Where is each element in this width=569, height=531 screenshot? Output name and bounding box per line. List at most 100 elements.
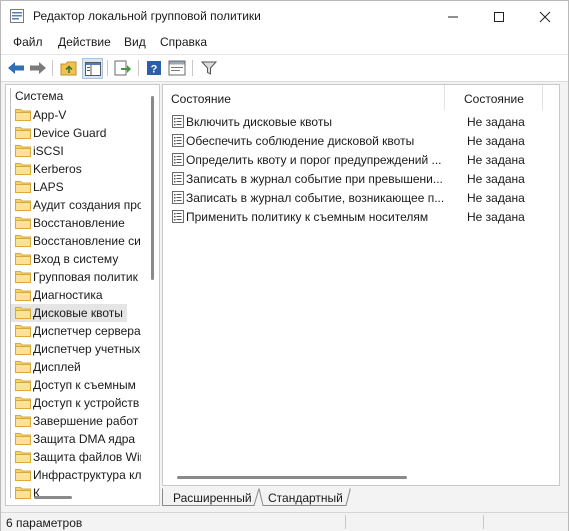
menu-action[interactable]: Действие — [58, 35, 111, 49]
folder-icon — [15, 127, 31, 139]
up-folder-icon — [60, 61, 77, 76]
tree-item-selected[interactable]: Дисковые квоты — [11, 304, 127, 322]
tab-extended[interactable]: Расширенный — [173, 491, 252, 509]
maximize-icon — [494, 11, 504, 22]
tree-item-label: App-V — [33, 108, 67, 122]
tree-vertical-scrollbar[interactable] — [147, 85, 157, 493]
window-title: Редактор локальной групповой политики — [33, 9, 261, 23]
menu-bar: Файл Действие Вид Справка — [1, 32, 568, 54]
tree-item[interactable]: Дисплей — [11, 358, 141, 376]
folder-icon — [15, 235, 31, 247]
tree-item[interactable]: LAPS — [11, 178, 141, 196]
tree-vertical-scroll-thumb[interactable] — [151, 96, 154, 280]
filter-button[interactable] — [199, 58, 219, 78]
export-list-icon — [114, 60, 131, 76]
tree-item[interactable]: Инфраструктура кл — [11, 466, 141, 484]
folder-icon — [15, 343, 31, 355]
tree-item[interactable]: Диспетчер учетных — [11, 340, 141, 358]
tree-item[interactable]: Device Guard — [11, 124, 141, 142]
list-horizontal-scrollbar[interactable] — [163, 471, 559, 483]
tree-item[interactable]: Kerberos — [11, 160, 141, 178]
tree-item[interactable]: Групповая политик — [11, 268, 141, 286]
tree-item[interactable]: Восстановление — [11, 214, 141, 232]
minimize-button[interactable] — [430, 1, 476, 32]
policy-name: Записать в журнал событие при превышени.… — [186, 172, 443, 186]
tree-horizontal-scrollbar[interactable] — [6, 491, 147, 503]
toolbar: ? — [1, 54, 568, 82]
policy-row[interactable]: Обеспечить соблюдение дисковой квоты Не з… — [169, 131, 554, 150]
policy-state: Не задана — [467, 210, 525, 224]
tree-pane: Система App-V Device Guard iSCSI Kerberos LA… — [5, 84, 160, 506]
back-button[interactable] — [6, 58, 26, 78]
title-bar: Редактор локальной групповой политики — [1, 1, 568, 32]
folder-icon — [15, 325, 31, 337]
tree-item[interactable]: Доступ к устройств — [11, 394, 141, 412]
policy-setting-icon — [172, 115, 184, 128]
show-hide-tree-button[interactable] — [82, 58, 103, 79]
toolbar-separator — [192, 60, 193, 76]
policy-setting-icon — [172, 210, 184, 223]
properties-icon — [168, 60, 186, 76]
policy-row[interactable]: Включить дисковые квоты Не задана — [169, 112, 554, 131]
tree-item-label: Дисковые квоты — [33, 306, 123, 320]
tree-item[interactable]: Восстановление си — [11, 232, 141, 250]
policy-row[interactable]: Определить квоту и порог предупреждений … — [169, 150, 554, 169]
policy-state: Не задана — [467, 153, 525, 167]
tree-item[interactable]: Диагностика — [11, 286, 141, 304]
tree-item[interactable]: Завершение работ — [11, 412, 141, 430]
menu-help[interactable]: Справка — [160, 35, 207, 49]
tree-item-label: Доступ к съемным — [33, 378, 136, 392]
tree-item[interactable]: Аудит создания про — [11, 196, 141, 214]
policy-state: Не задана — [467, 134, 525, 148]
policy-name: Включить дисковые квоты — [186, 115, 332, 129]
column-divider[interactable] — [542, 85, 543, 110]
column-header-state[interactable]: Состояние — [445, 85, 542, 110]
tree-item[interactable]: Защита DMA ядра — [11, 430, 141, 448]
status-divider — [345, 515, 346, 529]
forward-button[interactable] — [28, 58, 48, 78]
tree-item[interactable]: iSCSI — [11, 142, 141, 160]
tree-item-label: Групповая политик — [33, 270, 138, 284]
folder-icon — [15, 163, 31, 175]
policy-setting-icon — [172, 134, 184, 147]
policy-state: Не задана — [467, 172, 525, 186]
export-list-button[interactable] — [113, 58, 133, 78]
group-policy-icon — [10, 9, 24, 23]
list-horizontal-scroll-thumb[interactable] — [177, 476, 407, 479]
back-arrow-icon — [8, 62, 24, 74]
up-folder-button[interactable] — [59, 58, 79, 78]
folder-icon — [15, 307, 31, 319]
properties-button[interactable] — [167, 58, 187, 78]
policy-row[interactable]: Записать в журнал событие, возникающее п… — [169, 188, 554, 207]
policy-setting-icon — [172, 172, 184, 185]
policy-row[interactable]: Применить политику к съемным носителям Не… — [169, 207, 554, 226]
column-header-setting[interactable]: Состояние — [163, 85, 444, 110]
status-bar: 6 параметров — [1, 512, 568, 531]
policy-state: Не задана — [467, 115, 525, 129]
tree-item-label: Дисплей — [33, 360, 81, 374]
policy-row[interactable]: Записать в журнал событие при превышени.… — [169, 169, 554, 188]
folder-icon — [15, 145, 31, 157]
toolbar-separator — [138, 60, 139, 76]
maximize-button[interactable] — [476, 1, 522, 32]
close-button[interactable] — [522, 1, 568, 32]
policy-state: Не задана — [467, 191, 525, 205]
tree-horizontal-scroll-thumb[interactable] — [34, 496, 72, 499]
menu-file[interactable]: Файл — [13, 35, 43, 49]
folder-icon — [15, 469, 31, 481]
tree-item[interactable]: Защита файлов Wir — [11, 448, 141, 466]
details-pane: Состояние Состояние Включить дисковые кв… — [162, 84, 560, 486]
toolbar-separator — [107, 60, 108, 76]
tree-item[interactable]: Вход в систему — [11, 250, 141, 268]
app-window: Редактор локальной групповой политики Фа… — [0, 0, 569, 531]
tree-item[interactable]: Диспетчер сервера — [11, 322, 141, 340]
tree-item-label: Диспетчер сервера — [33, 324, 141, 338]
tree-root-system[interactable]: Система — [15, 89, 63, 103]
help-button[interactable]: ? — [144, 58, 164, 78]
tab-standard[interactable]: Стандартный — [268, 491, 343, 509]
tree-item-label: Защита файлов Wir — [33, 450, 141, 464]
tree-item[interactable]: Доступ к съемным — [11, 376, 141, 394]
filter-icon — [201, 61, 217, 75]
tree-item[interactable]: App-V — [11, 106, 141, 124]
menu-view[interactable]: Вид — [124, 35, 146, 49]
